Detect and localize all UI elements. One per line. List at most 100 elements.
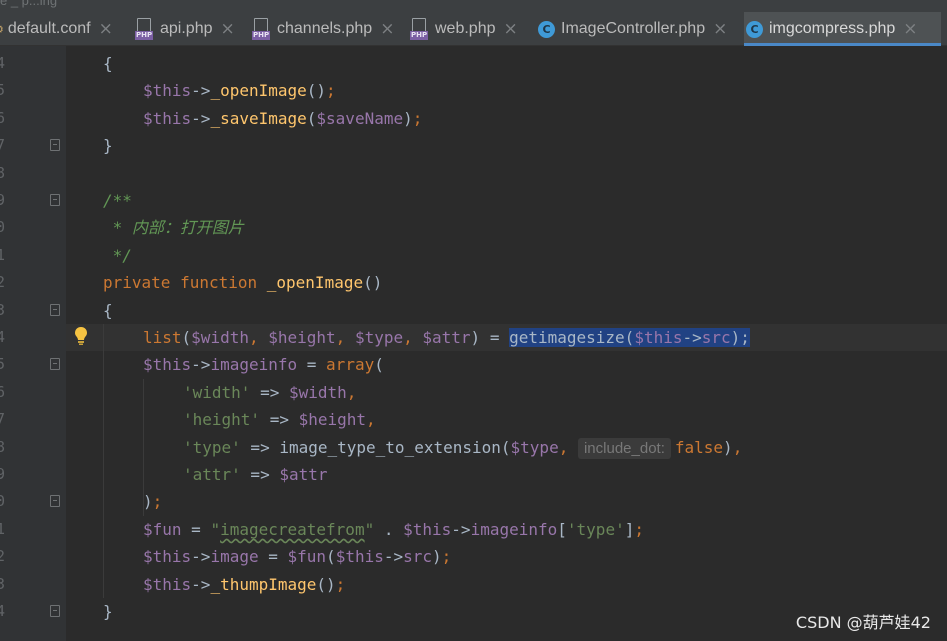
tab-imgcompress-php[interactable]: Cimgcompress.php × [744,12,941,46]
tab-web-php[interactable]: PHP web.php × [408,12,532,46]
code-text: private function _openImage() [103,269,382,296]
fold-marker-icon[interactable] [50,605,60,617]
code-line[interactable]: $this->_openImage(); [66,77,947,104]
line-number: 2 [0,547,6,566]
code-text: /** [103,187,132,214]
code-token: () [363,273,383,293]
fold-marker-icon[interactable] [50,139,60,152]
code-token: image [210,547,259,567]
code-token: , [403,328,423,347]
code-token: private [103,273,181,293]
tab-label: ImageController.php [561,20,706,37]
code-line[interactable]: list($width, $height, $type, $attr) = ge… [66,324,947,351]
code-token: $fun [143,519,182,539]
code-token: ; [335,574,346,594]
fold-marker-icon[interactable] [50,194,60,206]
code-token: imageinfo [210,355,298,375]
tab-label: web.php [435,20,496,37]
fold-marker-icon[interactable] [50,303,60,316]
code-token: ); [730,328,750,347]
code-text: $this->_saveImage($saveName); [143,105,422,132]
line-number: 6 [0,382,6,401]
code-line[interactable]: $this->imageinfo = array( [66,351,947,378]
code-token: { [103,54,113,73]
code-token: ) [403,108,413,128]
code-line[interactable]: $this->_thumpImage(); [66,571,947,598]
code-token: ) [723,437,733,457]
code-line[interactable]: 'type' => image_type_to_extension($type,… [66,434,947,461]
code-token: $attr [279,465,328,484]
editor-tab-bar: ⚙default.conf × PHP api.php × PHP channels.php… [0,12,947,46]
code-token: ; [412,108,423,128]
window-title-fragment: e _ p...ing [0,0,58,8]
close-tab-icon[interactable]: × [504,19,518,39]
close-tab-icon[interactable]: × [380,19,394,39]
php-file-icon: PHP [252,18,271,40]
code-token: false [674,437,724,457]
code-token: ( [326,547,336,567]
code-token: = [181,519,211,539]
code-line[interactable]: 'height' => $height, [66,406,947,433]
code-token: ( [374,355,384,375]
code-token: _openImage [266,273,364,293]
code-token: = [297,355,327,375]
code-text: 'height' => $height, [183,406,376,433]
close-tab-icon[interactable]: × [903,19,917,39]
php-file-icon: PHP [410,18,429,40]
code-token: => [250,382,289,402]
code-line[interactable]: */ [66,242,947,269]
fold-marker-icon[interactable] [50,495,60,508]
code-line[interactable]: $this->_saveImage($saveName); [66,105,947,132]
line-number: 9 [0,191,6,209]
close-tab-icon[interactable]: × [713,19,727,39]
code-token: $this [403,519,452,539]
line-number-gutter: 4 5 6 7 8 9 0 1 2 3 4 5 6 7 8 9 0 1 2 3 4 [0,46,66,641]
tab-default-conf[interactable]: ⚙default.conf × [0,12,126,46]
code-token: -> [191,355,211,375]
code-token: $attr [422,328,471,347]
code-line[interactable]: $this->image = $fun($this->src); [66,543,947,570]
code-line[interactable]: { [66,50,947,77]
code-line[interactable]: 'width' => $width, [66,379,947,406]
code-token: [ [557,519,567,539]
code-line[interactable]: * 内部：打开图片 [66,214,947,241]
close-tab-icon[interactable]: × [221,19,235,39]
code-line[interactable]: { [66,297,947,324]
code-token: 'height' [183,410,261,430]
code-text: } [103,598,113,625]
line-number: 2 [0,273,6,292]
code-line[interactable] [66,160,947,187]
close-tab-icon[interactable]: × [99,19,113,39]
line-number: 5 [0,81,6,100]
code-line[interactable]: /** [66,187,947,214]
code-token: () [306,81,327,101]
code-token: -> [191,108,211,128]
code-token: ; [634,519,644,539]
tab-api-php[interactable]: PHP api.php × [133,12,246,46]
code-line[interactable]: $fun = "imagecreatefrom" . $this->imagei… [66,516,947,543]
code-token: ; [326,81,336,101]
intention-bulb-icon[interactable] [74,326,88,346]
code-token: ] [624,519,635,539]
code-token: -> [191,81,211,101]
code-token: $this [335,547,384,567]
code-token: $this [143,81,192,101]
tab-channels-php[interactable]: PHP channels.php × [250,12,404,46]
tab-imagecontroller-php[interactable]: C ImageController.php × [536,12,740,46]
code-line[interactable]: private function _openImage() [66,269,947,296]
code-token: -> [191,574,211,594]
code-text: */ [103,242,132,269]
line-number: 3 [0,574,6,593]
code-token: => [240,465,280,484]
code-editor[interactable]: {$this->_openImage(); $this->_saveImage($… [66,46,947,641]
code-line[interactable]: ); [66,488,947,515]
code-token: array [326,355,375,375]
code-text: $this->_openImage(); [143,77,336,104]
code-token: , [335,328,355,347]
line-number: 0 [0,492,6,511]
code-token: () [316,574,336,594]
fold-marker-icon[interactable] [50,358,60,371]
code-line[interactable]: 'attr' => $attr [66,461,947,488]
line-number: 6 [0,108,6,127]
code-line[interactable]: } [66,132,947,159]
